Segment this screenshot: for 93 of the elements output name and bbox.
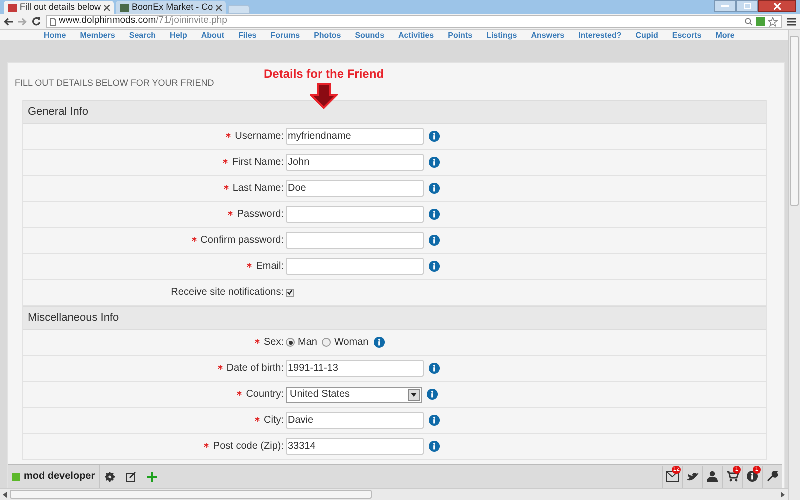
- section-title: General Info: [28, 104, 89, 120]
- annotation-text: Details for the Friend: [264, 66, 384, 83]
- nav-link[interactable]: About: [201, 31, 224, 40]
- text-field[interactable]: 1991-11-13: [286, 360, 424, 377]
- nav-link[interactable]: Sounds: [355, 31, 385, 40]
- text-field[interactable]: John: [286, 154, 424, 171]
- scrollbar-thumb[interactable]: [790, 36, 799, 206]
- field-label: Username:: [235, 130, 284, 144]
- field-label: Receive site notifications:: [171, 286, 284, 300]
- bird-icon: [686, 472, 698, 482]
- nav-link[interactable]: Members: [80, 31, 116, 40]
- info-icon[interactable]: [429, 415, 440, 426]
- section-title: Miscellaneous Info: [28, 310, 120, 326]
- person-icon: [707, 471, 718, 482]
- nav-link[interactable]: Interested?: [578, 31, 622, 40]
- field-label: Password:: [237, 208, 284, 222]
- tab-title: Fill out details below: [20, 0, 102, 14]
- maximize-button[interactable]: [736, 0, 758, 12]
- radio-label: Woman: [334, 336, 369, 350]
- info-icon[interactable]: [429, 261, 440, 272]
- user-name[interactable]: mod developer: [24, 469, 96, 484]
- star-icon[interactable]: [768, 16, 778, 26]
- wrench-icon: [767, 471, 778, 482]
- nav-link[interactable]: More: [716, 31, 735, 40]
- text-field[interactable]: 33314: [286, 438, 424, 455]
- page-favicon-icon: [120, 4, 130, 12]
- page-heading: FILL OUT DETAILS BELOW FOR YOUR FRIEND: [15, 76, 214, 90]
- scroll-right-icon[interactable]: [781, 492, 785, 498]
- field-label: Post code (Zip):: [213, 440, 284, 454]
- tab-title: BoonEx Market - Co: [132, 0, 214, 14]
- field-label: City:: [264, 414, 284, 428]
- radio-button[interactable]: [286, 338, 295, 347]
- text-field[interactable]: [286, 258, 424, 275]
- field-label: Email:: [256, 260, 284, 274]
- close-window-button[interactable]: [758, 0, 796, 12]
- text-field[interactable]: Davie: [286, 412, 424, 429]
- close-icon[interactable]: [104, 4, 110, 10]
- radio-label: Man: [298, 336, 318, 350]
- menu-icon[interactable]: [787, 18, 796, 26]
- info-icon[interactable]: [429, 157, 440, 168]
- info-icon[interactable]: [429, 209, 440, 220]
- nav-link[interactable]: Help: [170, 31, 188, 40]
- page-icon: [50, 18, 56, 26]
- scrollbar-thumb[interactable]: [10, 490, 372, 499]
- text-field[interactable]: myfriendname: [286, 128, 424, 145]
- field-label: Country:: [246, 388, 284, 402]
- field-label: Sex:: [264, 336, 284, 350]
- envelope-icon: [666, 471, 679, 482]
- edit-icon[interactable]: [126, 472, 136, 482]
- field-label: Last Name:: [232, 182, 284, 196]
- checkbox[interactable]: [286, 288, 294, 296]
- country-dropdown[interactable]: United States: [286, 386, 422, 402]
- close-icon: [774, 2, 780, 10]
- text-field[interactable]: Doe: [286, 180, 424, 197]
- nav-link[interactable]: Files: [238, 31, 257, 40]
- nav-link[interactable]: Cupid: [636, 31, 658, 40]
- back-arrow-icon[interactable]: [4, 18, 13, 26]
- text-field[interactable]: [286, 232, 424, 249]
- info-icon[interactable]: [374, 337, 385, 348]
- browser-tab[interactable]: BoonEx Market - Co: [116, 1, 226, 14]
- reload-icon[interactable]: [32, 17, 41, 26]
- radio-button[interactable]: [322, 338, 332, 347]
- minimize-button[interactable]: [714, 0, 736, 12]
- close-icon[interactable]: [216, 4, 222, 10]
- nav-link[interactable]: Forums: [270, 31, 300, 40]
- cart-icon: [726, 471, 738, 482]
- nav-link[interactable]: Listings: [486, 31, 518, 40]
- info-icon[interactable]: [429, 235, 440, 246]
- field-label: Confirm password:: [200, 234, 284, 248]
- field-label: Date of birth:: [226, 362, 284, 376]
- browser-tab[interactable]: Fill out details below: [4, 1, 114, 14]
- info-icon[interactable]: [429, 183, 440, 194]
- field-label: First Name:: [232, 156, 284, 170]
- nav-link[interactable]: Escorts: [672, 31, 702, 40]
- down-arrow-icon: [310, 83, 338, 109]
- address-bar[interactable]: www.dolphinmods.com/71/joininvite.php: [46, 15, 782, 28]
- info-icon[interactable]: [429, 441, 440, 452]
- nav-link[interactable]: Points: [448, 31, 473, 40]
- info-icon[interactable]: [429, 363, 440, 374]
- info-icon[interactable]: [429, 131, 440, 142]
- status-square-icon: [12, 472, 20, 480]
- nav-link[interactable]: Answers: [531, 31, 565, 40]
- info-icon: [747, 471, 758, 482]
- search-icon: [745, 18, 753, 26]
- nav-link[interactable]: Photos: [314, 31, 342, 40]
- nav-link[interactable]: Home: [44, 31, 66, 40]
- settings-icon[interactable]: [105, 472, 116, 482]
- info-icon[interactable]: [427, 389, 438, 400]
- page-favicon-icon: [8, 4, 17, 12]
- nav-link[interactable]: Activities: [398, 31, 434, 40]
- url-text: www.dolphinmods.com/71/joininvite.php: [59, 14, 228, 28]
- text-field[interactable]: [286, 206, 424, 223]
- nav-link[interactable]: Search: [129, 31, 156, 40]
